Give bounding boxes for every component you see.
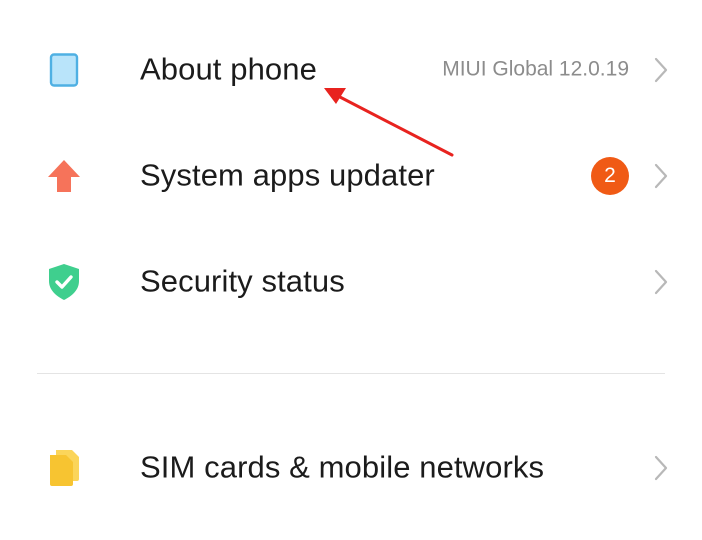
settings-item-sim-cards[interactable]: SIM cards & mobile networks	[0, 415, 702, 521]
settings-item-about-phone[interactable]: About phone MIUI Global 12.0.19	[0, 17, 702, 123]
settings-screen: About phone MIUI Global 12.0.19 System a…	[0, 0, 702, 540]
settings-item-security-status[interactable]: Security status	[0, 229, 702, 335]
shield-check-icon	[42, 260, 86, 304]
phone-icon	[42, 48, 86, 92]
settings-item-label: System apps updater	[140, 157, 435, 193]
settings-item-label: About phone	[140, 51, 317, 87]
section-divider	[37, 373, 665, 374]
settings-item-label: Security status	[140, 263, 345, 299]
settings-item-label: SIM cards & mobile networks	[140, 449, 545, 485]
sim-card-icon	[42, 446, 86, 490]
update-count-badge: 2	[591, 157, 629, 195]
chevron-right-icon	[652, 453, 670, 483]
chevron-right-icon	[652, 267, 670, 297]
arrow-up-icon	[42, 154, 86, 198]
chevron-right-icon	[652, 161, 670, 191]
miui-version-value: MIUI Global 12.0.19	[442, 57, 629, 81]
settings-item-system-apps-updater[interactable]: System apps updater 2	[0, 123, 702, 229]
chevron-right-icon	[652, 55, 670, 85]
